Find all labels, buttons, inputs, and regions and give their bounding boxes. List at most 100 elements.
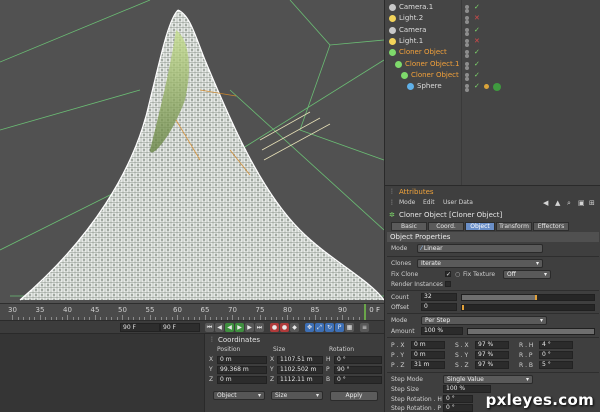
object-row[interactable]: Camera ✓ [385, 25, 600, 36]
step-rotation-p-field[interactable]: 0 ° [443, 404, 473, 412]
param-key-icon[interactable]: P [335, 323, 344, 332]
timeline-tick-label: 45 [90, 306, 100, 314]
new-panel-icon[interactable]: ⊞ [589, 199, 595, 207]
offset-slider[interactable] [461, 304, 595, 311]
rotation-h-field[interactable]: 0 ° [334, 356, 382, 364]
settings-icon[interactable]: ≡ [360, 323, 369, 332]
up-arrow-icon[interactable]: ▲ [555, 199, 560, 207]
play-back-icon[interactable]: ◀ [225, 323, 234, 332]
object-row[interactable]: Cloner Object ✓ [385, 70, 600, 81]
rotation-b-field[interactable]: 0 ° [334, 376, 382, 384]
fix-clone-checkbox[interactable]: ✓ [445, 271, 451, 278]
coordinate-space-dropdown[interactable]: Object ▾ [213, 391, 265, 400]
fix-texture-dropdown[interactable]: Off ▾ [503, 270, 551, 279]
size-z-field[interactable]: 1112.11 m [277, 376, 323, 384]
object-row[interactable]: Light.1 ✕ [385, 36, 600, 47]
position-x-field[interactable]: 0 m [411, 341, 445, 349]
timeline-tick-label: 55 [145, 306, 155, 314]
per-step-dropdown[interactable]: Per Step ▾ [421, 316, 547, 325]
timeline-playhead[interactable] [364, 304, 366, 321]
goto-start-icon[interactable]: ⏮ [205, 323, 214, 332]
offset-slider-handle[interactable] [462, 305, 464, 310]
clones-dropdown[interactable]: Iterate ▾ [417, 259, 543, 268]
tab-basic[interactable]: Basic [391, 222, 427, 231]
autokey-icon[interactable]: ● [280, 323, 289, 332]
material-manager[interactable] [0, 333, 204, 412]
scale-key-icon[interactable]: ⤢ [315, 323, 324, 332]
lock-icon[interactable]: ▣ [578, 199, 585, 207]
coordinates-panel: ⋮ Coordinates Position Size Rotation X 0… [204, 333, 384, 412]
menu-user-data[interactable]: User Data [443, 199, 473, 206]
size-x-field[interactable]: 1107.51 m [277, 356, 323, 364]
step-forward-icon[interactable]: ▶ [245, 323, 254, 332]
enabled-check-icon[interactable]: ✓ [474, 82, 480, 90]
rotation-p-field[interactable]: 0 ° [539, 351, 573, 359]
step-mode-dropdown[interactable]: Single Value ▾ [443, 375, 533, 384]
position-y-field[interactable]: 99.368 m [217, 366, 267, 374]
object-name: Camera.1 [399, 3, 434, 11]
position-z-field[interactable]: 0 m [217, 376, 267, 384]
position-key-icon[interactable]: ✥ [305, 323, 314, 332]
scale-z-field[interactable]: 97 % [475, 361, 509, 369]
object-row[interactable]: Light.2 ✕ [385, 13, 600, 25]
amount-field[interactable]: 100 % [421, 327, 463, 335]
disabled-cross-icon[interactable]: ✕ [474, 37, 480, 45]
enabled-check-icon[interactable]: ✓ [474, 48, 480, 56]
keyframe-icon[interactable]: ◆ [290, 323, 299, 332]
step-rotation-h-field[interactable]: 0 ° [443, 395, 473, 403]
tab-coord[interactable]: Coord. [428, 222, 464, 231]
apply-button[interactable]: Apply [330, 391, 378, 401]
rotation-key-icon[interactable]: ↻ [325, 323, 334, 332]
arrow-left-icon[interactable]: ◀ [543, 199, 548, 207]
pla-key-icon[interactable]: ▦ [345, 323, 354, 332]
size-y-field[interactable]: 1102.502 m [277, 366, 323, 374]
disabled-cross-icon[interactable]: ✕ [474, 14, 480, 22]
material-tag-icon[interactable] [493, 83, 501, 92]
object-row[interactable]: Cloner Object.1 ✓ [385, 59, 600, 70]
position-x-field[interactable]: 0 m [217, 356, 267, 364]
mode-dropdown[interactable]: ⁄ Linear [417, 244, 543, 253]
object-row[interactable]: Cloner Object ✓ [385, 47, 600, 59]
enabled-check-icon[interactable]: ✓ [474, 60, 480, 68]
step-rotation-h-label: Step Rotation . H [391, 396, 442, 403]
scale-x-field[interactable]: 97 % [475, 341, 509, 349]
render-instances-checkbox[interactable] [445, 281, 451, 287]
count-field[interactable]: 32 [421, 293, 457, 301]
menu-mode[interactable]: Mode [399, 199, 415, 206]
3d-viewport[interactable] [0, 0, 384, 303]
editor-visibility-dot-icon[interactable] [465, 27, 469, 32]
object-row[interactable]: Camera.1 ✓ [385, 2, 600, 13]
scale-y-field[interactable]: 97 % [475, 351, 509, 359]
position-y-field[interactable]: 0 m [411, 351, 445, 359]
size-mode-dropdown[interactable]: Size ▾ [271, 391, 323, 400]
timeline-ruler[interactable]: 30 35 40 45 50 55 60 65 70 75 80 85 90 0 F [0, 303, 384, 321]
goto-end-icon[interactable]: ⏭ [255, 323, 264, 332]
rotation-h-field[interactable]: 4 ° [539, 341, 573, 349]
count-slider[interactable] [461, 294, 595, 301]
step-back-icon[interactable]: ◀ [215, 323, 224, 332]
editor-visibility-dot-icon[interactable] [465, 61, 469, 66]
rotation-p-field[interactable]: 90 ° [334, 366, 382, 374]
offset-field[interactable]: 0 [421, 303, 457, 311]
phong-tag-icon[interactable] [484, 84, 489, 90]
step-size-field[interactable]: 100 % [443, 385, 491, 393]
start-frame-field[interactable]: 90 F [120, 323, 160, 332]
camera-icon [389, 4, 396, 11]
amount-slider[interactable] [467, 328, 595, 335]
enabled-check-icon[interactable]: ✓ [474, 71, 480, 79]
menu-edit[interactable]: Edit [423, 199, 435, 206]
position-z-field[interactable]: 31 m [411, 361, 445, 369]
enabled-check-icon[interactable]: ✓ [474, 3, 480, 11]
rotation-b-field[interactable]: 5 ° [539, 361, 573, 369]
end-frame-field[interactable]: 90 F [160, 323, 200, 332]
record-icon[interactable]: ● [270, 323, 279, 332]
play-icon[interactable]: ▶ [235, 323, 244, 332]
object-row[interactable]: Sphere ✓ [385, 81, 600, 93]
count-slider-handle[interactable] [534, 295, 537, 300]
tab-object[interactable]: Object [465, 222, 495, 231]
tab-transform[interactable]: Transform [496, 222, 532, 231]
enabled-check-icon[interactable]: ✓ [474, 26, 480, 34]
tab-effectors[interactable]: Effectors [533, 222, 569, 231]
render-visibility-dot-icon[interactable] [465, 88, 469, 93]
search-icon[interactable]: ⌕ [567, 199, 571, 208]
